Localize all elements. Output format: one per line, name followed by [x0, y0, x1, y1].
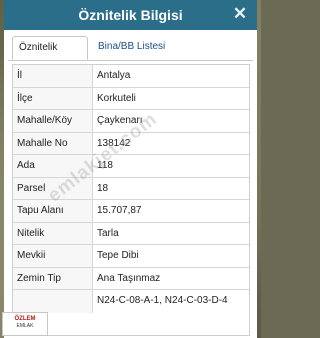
- table-row: Tapu Alanı 15.707,87: [13, 200, 249, 223]
- table-row: Parsel 18: [13, 177, 249, 200]
- row-value: N24-C-08-A-1, N24-C-03-D-4: [97, 295, 228, 306]
- row-value: 15.707,87: [97, 205, 142, 216]
- row-key: Mevkii: [13, 245, 93, 267]
- row-key: İlçe: [13, 87, 93, 109]
- row-value: Tepe Dibi: [97, 250, 139, 261]
- row-value: 118: [97, 160, 113, 171]
- row-value: Antalya: [97, 70, 131, 81]
- table-row: Nitelik Tarla: [13, 222, 249, 245]
- row-value: Ana Taşınmaz: [97, 272, 161, 284]
- attribute-info-dialog: Öznitelik Bilgisi ✕ Öznitelik Bilgisi Bi…: [4, 0, 257, 338]
- row-key: Parsel: [13, 177, 93, 199]
- row-key: Tapu Alanı: [13, 200, 93, 222]
- close-icon[interactable]: ✕: [229, 3, 251, 25]
- table-row: İlçe Korkuteli: [13, 87, 249, 110]
- attribute-table: İl Antalya İlçe Korkuteli Mahalle/Köy Ça…: [12, 64, 250, 336]
- row-value: Korkuteli: [97, 92, 136, 104]
- row-value: 18: [97, 182, 109, 194]
- tab-bar: Öznitelik Bilgisi Bina/BB Listesi: [8, 36, 253, 75]
- row-value: Tarla: [97, 227, 119, 239]
- row-key: İl: [13, 65, 93, 87]
- table-row: Mevkii Tepe Dibi: [13, 245, 249, 268]
- logo-subtext: EMLAK: [16, 323, 34, 329]
- row-value: Çaykenarı: [97, 115, 143, 126]
- agency-logo: ÖZLEM EMLAK: [2, 312, 48, 336]
- table-row: N24-C-08-A-1, N24-C-03-D-4: [13, 290, 249, 313]
- tab-building-list[interactable]: Bina/BB Listesi: [92, 36, 172, 60]
- table-row: Ada 118: [13, 155, 249, 178]
- dialog-titlebar: Öznitelik Bilgisi ✕: [4, 0, 257, 30]
- row-key: Nitelik: [13, 222, 93, 244]
- row-key: [13, 290, 93, 313]
- table-row: Mahalle/Köy Çaykenarı: [13, 110, 249, 133]
- row-key: Mahalle No: [13, 132, 93, 154]
- table-row: Mahalle No 138142: [13, 132, 249, 155]
- tab-attribute-info[interactable]: Öznitelik Bilgisi: [12, 36, 88, 75]
- table-row: İl Antalya: [13, 65, 249, 88]
- row-key: Zemin Tip: [13, 267, 93, 289]
- row-key: Mahalle/Köy: [13, 110, 93, 132]
- dialog-title: Öznitelik Bilgisi: [78, 7, 183, 23]
- logo-text: ÖZLEM: [14, 316, 36, 322]
- table-row: Zemin Tip Ana Taşınmaz: [13, 267, 249, 290]
- row-value: 138142: [97, 137, 131, 149]
- row-key: Ada: [13, 155, 93, 177]
